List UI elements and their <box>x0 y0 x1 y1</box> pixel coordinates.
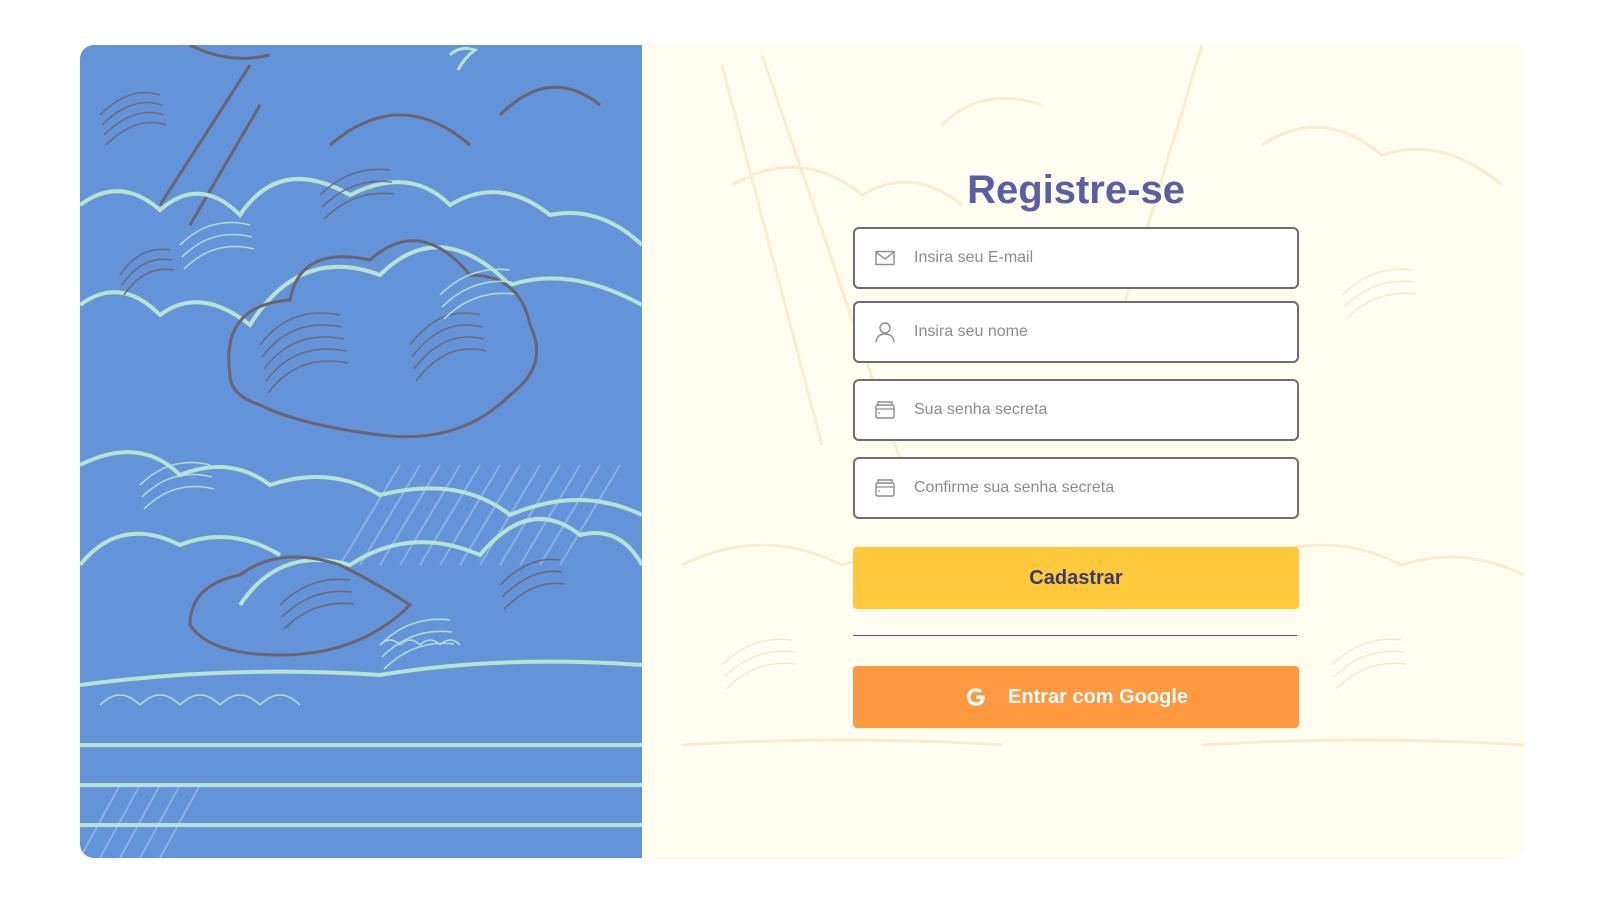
name-input[interactable] <box>914 303 1297 361</box>
wallet-icon <box>874 399 896 421</box>
register-form: Registre-se Insira seu E-mail Insira seu… <box>853 165 1299 728</box>
cadastrar-button[interactable]: Cadastrar <box>853 547 1299 609</box>
wallet-icon <box>874 477 896 499</box>
confirm-password-input[interactable] <box>914 459 1297 517</box>
mail-icon <box>874 247 896 269</box>
form-panel: Registre-se Insira seu E-mail Insira seu… <box>642 45 1524 858</box>
divider <box>853 635 1297 636</box>
register-card: Registre-se Insira seu E-mail Insira seu… <box>80 45 1524 858</box>
email-input[interactable] <box>914 229 1297 287</box>
email-field[interactable] <box>853 227 1299 289</box>
name-field[interactable] <box>853 301 1299 363</box>
google-button-label: Entrar com Google <box>1007 685 1189 708</box>
page-title: Registre-se <box>967 168 1185 212</box>
sky-illustration <box>80 45 642 858</box>
google-icon <box>964 685 988 709</box>
password-input[interactable] <box>914 381 1297 439</box>
confirm-password-field[interactable] <box>853 457 1299 519</box>
user-icon <box>874 321 896 343</box>
password-field[interactable] <box>853 379 1299 441</box>
google-signin-button[interactable]: Entrar com Google <box>853 666 1299 728</box>
